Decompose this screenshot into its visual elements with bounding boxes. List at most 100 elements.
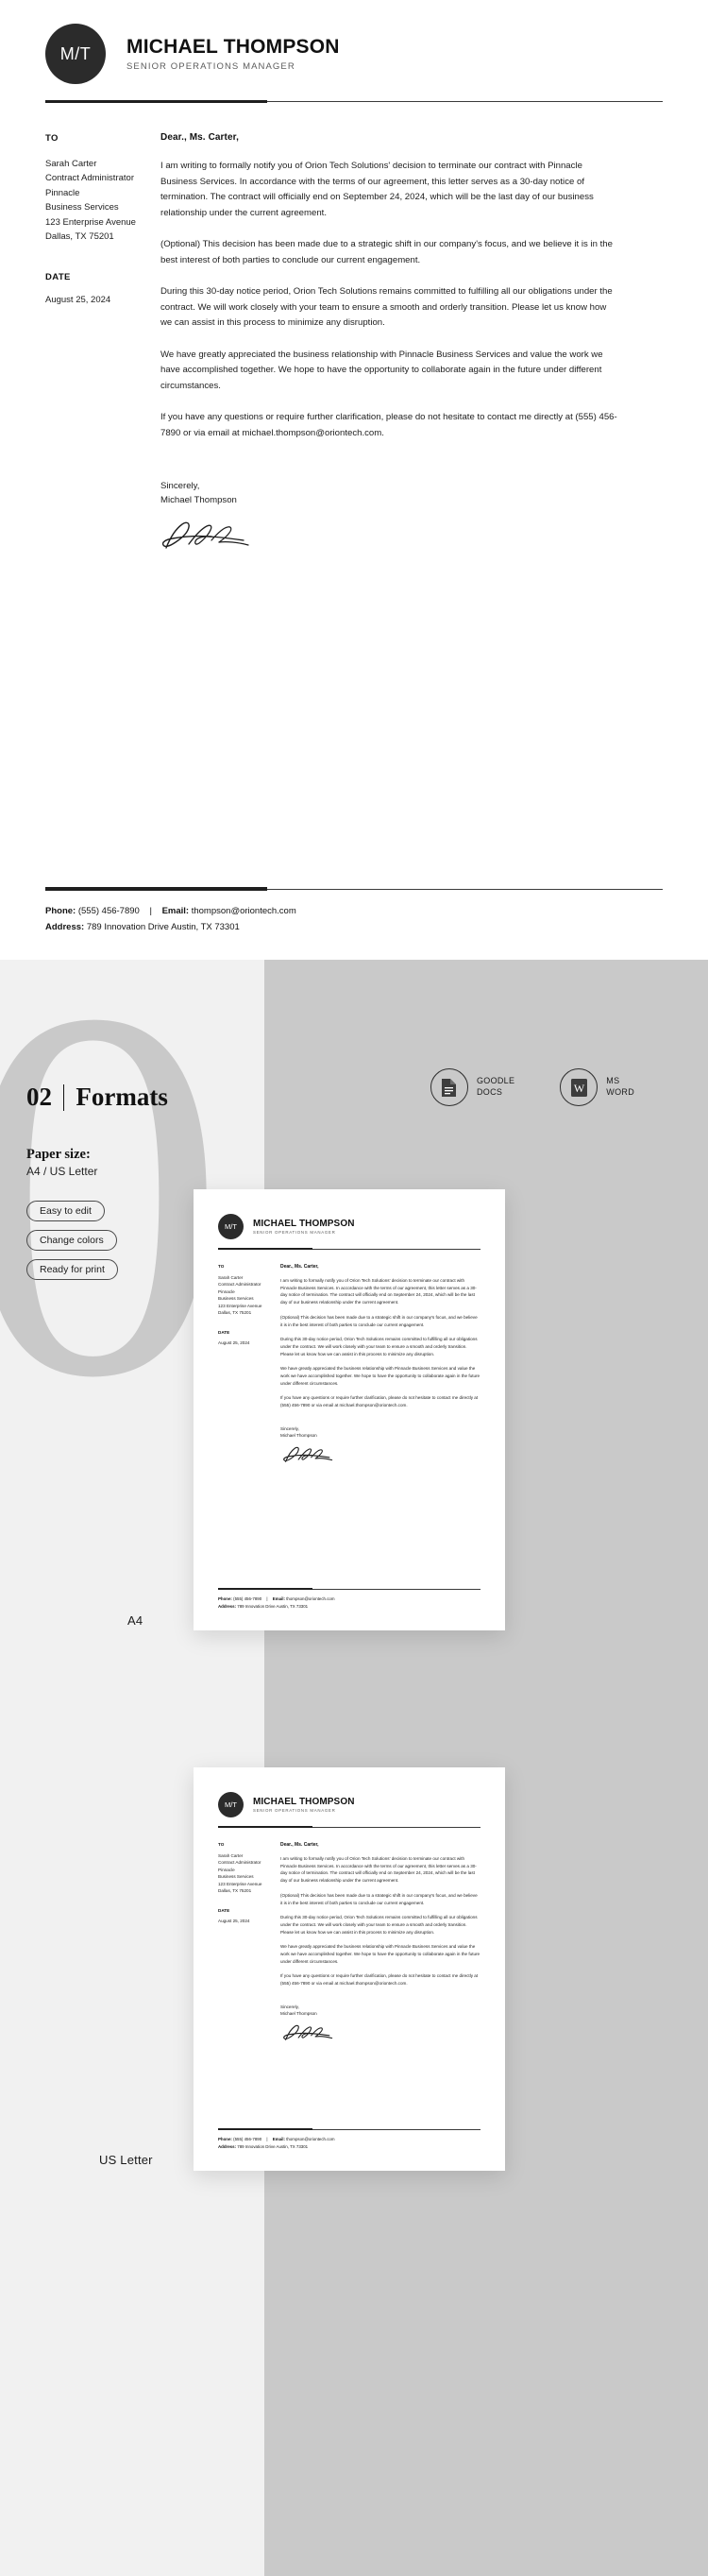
divider-thick-accent	[218, 1248, 313, 1250]
closing-text: Sincerely,	[160, 481, 200, 491]
sender-role: SENIOR OPERATIONS MANAGER	[126, 61, 295, 72]
address-value: 789 Innovation Drive Austin, TX 73301	[237, 2143, 309, 2149]
letter-body: TO Sarah Carter Contract Administrator P…	[0, 104, 708, 555]
recipient-line: Business Services	[218, 1874, 254, 1880]
recipient-line: Dallas, TX 75201	[218, 1888, 252, 1894]
footer-separator: |	[266, 2137, 268, 2142]
address-label: Address:	[218, 2143, 237, 2149]
google-docs-icon	[430, 1068, 468, 1106]
signer-name: Michael Thompson	[160, 495, 237, 506]
recipient-line: Pinnacle	[45, 187, 80, 198]
preview-body: TO Sarah Carter Contract Administrator P…	[218, 1842, 480, 2046]
header-divider	[218, 1248, 480, 1250]
email-label: Email:	[272, 2137, 285, 2142]
divider-thick-accent	[45, 887, 268, 891]
address-value: 789 Innovation Drive Austin, TX 73301	[237, 1603, 309, 1609]
recipient-line: Sarah Carter	[45, 159, 97, 169]
name-block: MICHAEL THOMPSON SENIOR OPERATIONS MANAG…	[126, 36, 340, 72]
section-title: Formats	[76, 1083, 168, 1111]
address-value: 789 Innovation Drive Austin, TX 73301	[86, 921, 240, 932]
sender-name: MICHAEL THOMPSON	[253, 1218, 355, 1229]
letter-footer: Phone: (555) 456-7890 | Email: thompson@…	[0, 887, 708, 960]
paper-size-value: A4 / US Letter	[26, 1165, 98, 1178]
to-label: TO	[218, 1264, 225, 1269]
signature-block: Sincerely, Michael Thompson	[280, 1425, 480, 1468]
divider-thick-accent	[45, 100, 268, 104]
preview-card-a4[interactable]: M/T MICHAEL THOMPSON SENIOR OPERATIONS M…	[194, 1189, 505, 1630]
badge-line-2: DOCS	[476, 1087, 503, 1097]
preview-footer: Phone: (555) 456-7890 | Email: thompson@…	[218, 1588, 480, 1610]
letterhead: M/T MICHAEL THOMPSON SENIOR OPERATIONS M…	[0, 0, 708, 84]
email-value: thompson@oriontech.com	[191, 906, 296, 917]
monogram-avatar: M/T	[45, 24, 106, 84]
date-label: DATE	[218, 1907, 230, 1913]
signer-name: Michael Thompson	[280, 2011, 317, 2017]
preview-footer: Phone: (555) 456-7890 | Email: thompson@…	[218, 2128, 480, 2150]
letter-paragraph: I am writing to formally notify you of O…	[280, 1278, 477, 1305]
letter-paragraph: I am writing to formally notify you of O…	[160, 161, 594, 218]
monogram-avatar: M/T	[218, 1792, 244, 1817]
footer-address-line: Address: 789 Innovation Drive Austin, TX…	[218, 1603, 480, 1610]
sender-name: MICHAEL THOMPSON	[126, 36, 340, 58]
badge-line-2: WORD	[606, 1087, 634, 1097]
recipient-line: Business Services	[45, 202, 119, 213]
recipient-line: Dallas, TX 75201	[45, 230, 114, 242]
feature-pill-ready-for-print[interactable]: Ready for print	[26, 1259, 118, 1280]
salutation: Dear., Ms. Carter,	[160, 132, 239, 143]
email-value: thompson@oriontech.com	[286, 1596, 335, 1602]
format-badges: GOODLE DOCS W MS WORD	[430, 1068, 634, 1106]
footer-contact-line: Phone: (555) 456-7890 | Email: thompson@…	[218, 1595, 480, 1610]
signature-block: Sincerely, Michael Thompson	[280, 2004, 480, 2046]
date-value: August 25, 2024	[45, 295, 111, 306]
paper-size-info: Paper size: A4 / US Letter	[26, 1147, 97, 1178]
footer-divider	[45, 887, 663, 891]
address-label: Address:	[218, 1603, 237, 1609]
preview-letterhead: M/T MICHAEL THOMPSON SENIOR OPERATIONS M…	[218, 1214, 480, 1239]
recipient-address: Sarah Carter Contract Administrator Pinn…	[45, 157, 159, 244]
meta-spacer	[45, 244, 159, 272]
sender-role: SENIOR OPERATIONS MANAGER	[253, 1808, 336, 1814]
formats-section: 0 02 Formats Paper size: A4 / US Letter …	[0, 960, 708, 2576]
phone-value: (555) 456-7890	[77, 906, 140, 917]
preview-card-us-letter[interactable]: M/T MICHAEL THOMPSON SENIOR OPERATIONS M…	[194, 1767, 505, 2171]
badge-google-docs[interactable]: GOODLE DOCS	[430, 1068, 514, 1106]
recipient-line: Pinnacle	[218, 1288, 235, 1294]
preview-label-us-letter: US Letter	[99, 2153, 153, 2167]
preview-a4-content: M/T MICHAEL THOMPSON SENIOR OPERATIONS M…	[194, 1189, 505, 1630]
feature-pill-easy-to-edit[interactable]: Easy to edit	[26, 1201, 105, 1221]
heading-separator-bar	[63, 1083, 65, 1111]
handwritten-signature-icon	[161, 521, 249, 549]
recipient-line: Contract Administrator	[218, 1860, 261, 1866]
letter-paragraph: I am writing to formally notify you of O…	[280, 1856, 477, 1884]
badge-line-1: MS	[606, 1076, 620, 1086]
divider-thick-accent	[218, 1826, 313, 1828]
recipient-line: 123 Enterprise Avenue	[218, 1881, 262, 1886]
letter-paragraph: We have greatly appreciated the business…	[280, 1366, 480, 1386]
phone-label: Phone:	[218, 2137, 232, 2142]
preview-meta-column: TO Sarah Carter Contract Administrator P…	[218, 1264, 280, 1468]
monogram-initials: M/T	[225, 1800, 237, 1809]
to-label: TO	[45, 133, 59, 144]
divider-thick-accent	[218, 2128, 313, 2131]
recipient-line: Pinnacle	[218, 1867, 235, 1872]
address-label: Address:	[45, 921, 85, 932]
feature-pill-change-colors[interactable]: Change colors	[26, 1230, 117, 1251]
date-value: August 25, 2024	[218, 1918, 250, 1923]
badge-ms-word[interactable]: W MS WORD	[560, 1068, 634, 1106]
handwritten-signature-icon	[283, 1446, 333, 1462]
section-number: 02	[26, 1083, 52, 1111]
letter-paragraph: During this 30-day notice period, Orion …	[280, 1915, 478, 1935]
date-label: DATE	[45, 272, 71, 283]
recipient-line: Contract Administrator	[218, 1282, 261, 1288]
preview-meta-column: TO Sarah Carter Contract Administrator P…	[218, 1842, 280, 2046]
letter-paragraph: We have greatly appreciated the business…	[160, 349, 603, 391]
sender-role: SENIOR OPERATIONS MANAGER	[253, 1230, 336, 1236]
email-label: Email:	[272, 1596, 285, 1602]
recipient-line: Sarah Carter	[218, 1853, 244, 1858]
letter-paragraph: (Optional) This decision has been made d…	[280, 1314, 478, 1327]
recipient-line: Sarah Carter	[218, 1275, 244, 1280]
monogram-avatar: M/T	[218, 1214, 244, 1239]
to-label: TO	[218, 1842, 225, 1847]
signature-block: Sincerely, Michael Thompson	[160, 479, 663, 555]
preview-text-column: Dear., Ms. Carter, I am writing to forma…	[280, 1264, 480, 1468]
